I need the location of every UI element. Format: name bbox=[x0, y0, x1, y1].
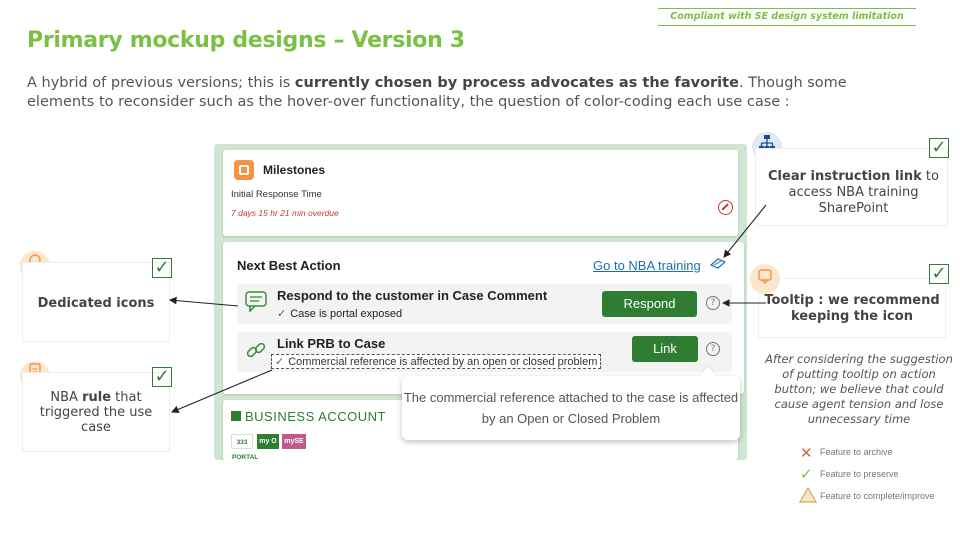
arrow-rule bbox=[170, 369, 273, 413]
legend-improve: Feature to complete/improve bbox=[820, 491, 935, 501]
legend-archive: Feature to archive bbox=[820, 447, 893, 457]
annotation-arrows bbox=[168, 204, 767, 413]
arrow-icons bbox=[168, 296, 239, 307]
archive-icon: ✕ bbox=[800, 444, 813, 462]
preserve-icon: ✓ bbox=[800, 465, 813, 483]
improve-icon bbox=[798, 486, 818, 507]
arrow-instruction bbox=[723, 204, 767, 258]
legend-preserve: Feature to preserve bbox=[820, 469, 899, 479]
